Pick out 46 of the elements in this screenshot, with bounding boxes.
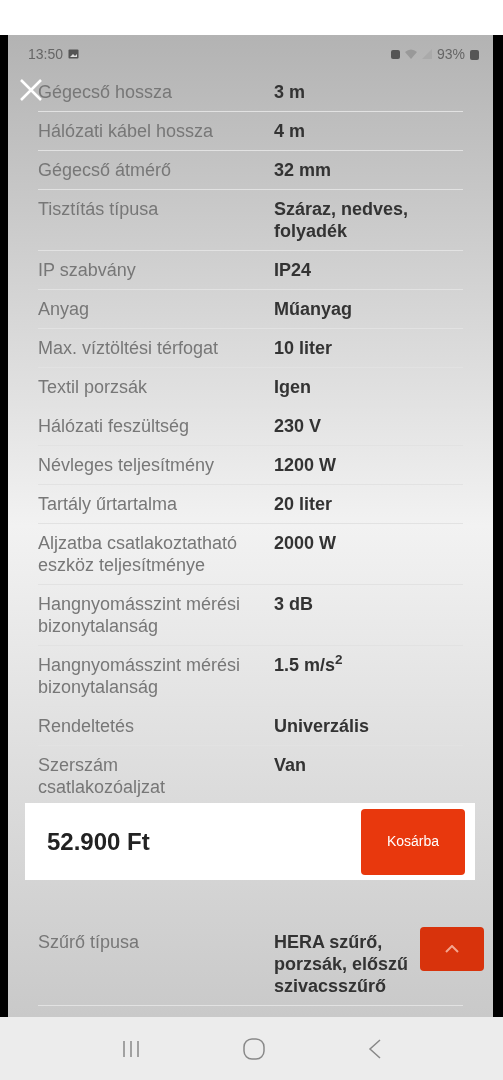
spec-label: Szerszám csatlakozóaljzat [38,754,167,798]
spec-label: Textil porzsák [38,376,149,398]
spec-value: Száraz, nedves, folyadék [274,198,410,242]
recent-apps-icon[interactable] [121,1038,142,1059]
home-icon[interactable] [243,1037,266,1060]
wifi-icon [404,49,417,59]
spec-label: Max. víztöltési térfogat [38,337,220,359]
spec-value: 10 liter [274,337,334,359]
spec-value: Műanyag [274,298,353,320]
spec-label: Aljzatba csatlakoztatható eszköz teljesítménye [38,532,239,576]
spec-value: 3 m [274,81,307,103]
notification-icon [390,49,400,59]
back-icon[interactable] [367,1037,382,1060]
spec-value: 230 V [274,415,323,437]
spec-label: Névleges teljesítmény [38,454,216,476]
spec-label: Hálózati feszültség [38,415,191,437]
spec-value: Igen [274,376,312,398]
spec-label: Anyag [38,298,91,320]
price: 52.900 Ft [47,826,150,857]
spec-label: Hálózati kábel hossza [38,120,215,142]
spec-value: 1200 W [274,454,338,476]
spec-label: Hangnyomásszint mérési bizonytalanság [38,654,242,698]
spec-label: Tartály űrtartalma [38,493,179,515]
spec-value: 4 m [274,120,307,142]
spec-value: 1.5 m/s$^{2}$ [274,654,344,677]
status-time: 13:50 [28,44,64,64]
image-icon [68,49,80,59]
spec-label: Rendeltetés [38,715,136,737]
add-to-cart-button[interactable]: Kosárba [361,808,465,875]
spec-value: 2000 W [274,532,338,555]
spec-value: 32 mm [274,159,333,181]
spec-label: Hangnyomásszint mérési bizonytalanság [38,593,242,637]
chevron-up-icon [445,945,459,953]
spec-value: IP24 [274,259,313,281]
spec-value: HERA szűrő, porzsák, előszű szivacsszűrő [274,931,410,997]
spec-value: 3 dB [274,593,314,616]
battery-percentage: 93% [436,44,465,64]
spec-label: Tisztítás típusa [38,198,160,221]
spec-label: Szűrő típusa [38,931,141,954]
spec-value: Univerzális [274,715,371,737]
spec-value: 20 liter [274,493,334,515]
spec-label: IP szabvány [38,259,137,281]
spec-label: Gégecső átmérő [38,159,173,181]
battery-icon [470,48,479,60]
spec-value: Van [274,754,308,777]
spec-label: Gégecső hossza [38,81,174,103]
